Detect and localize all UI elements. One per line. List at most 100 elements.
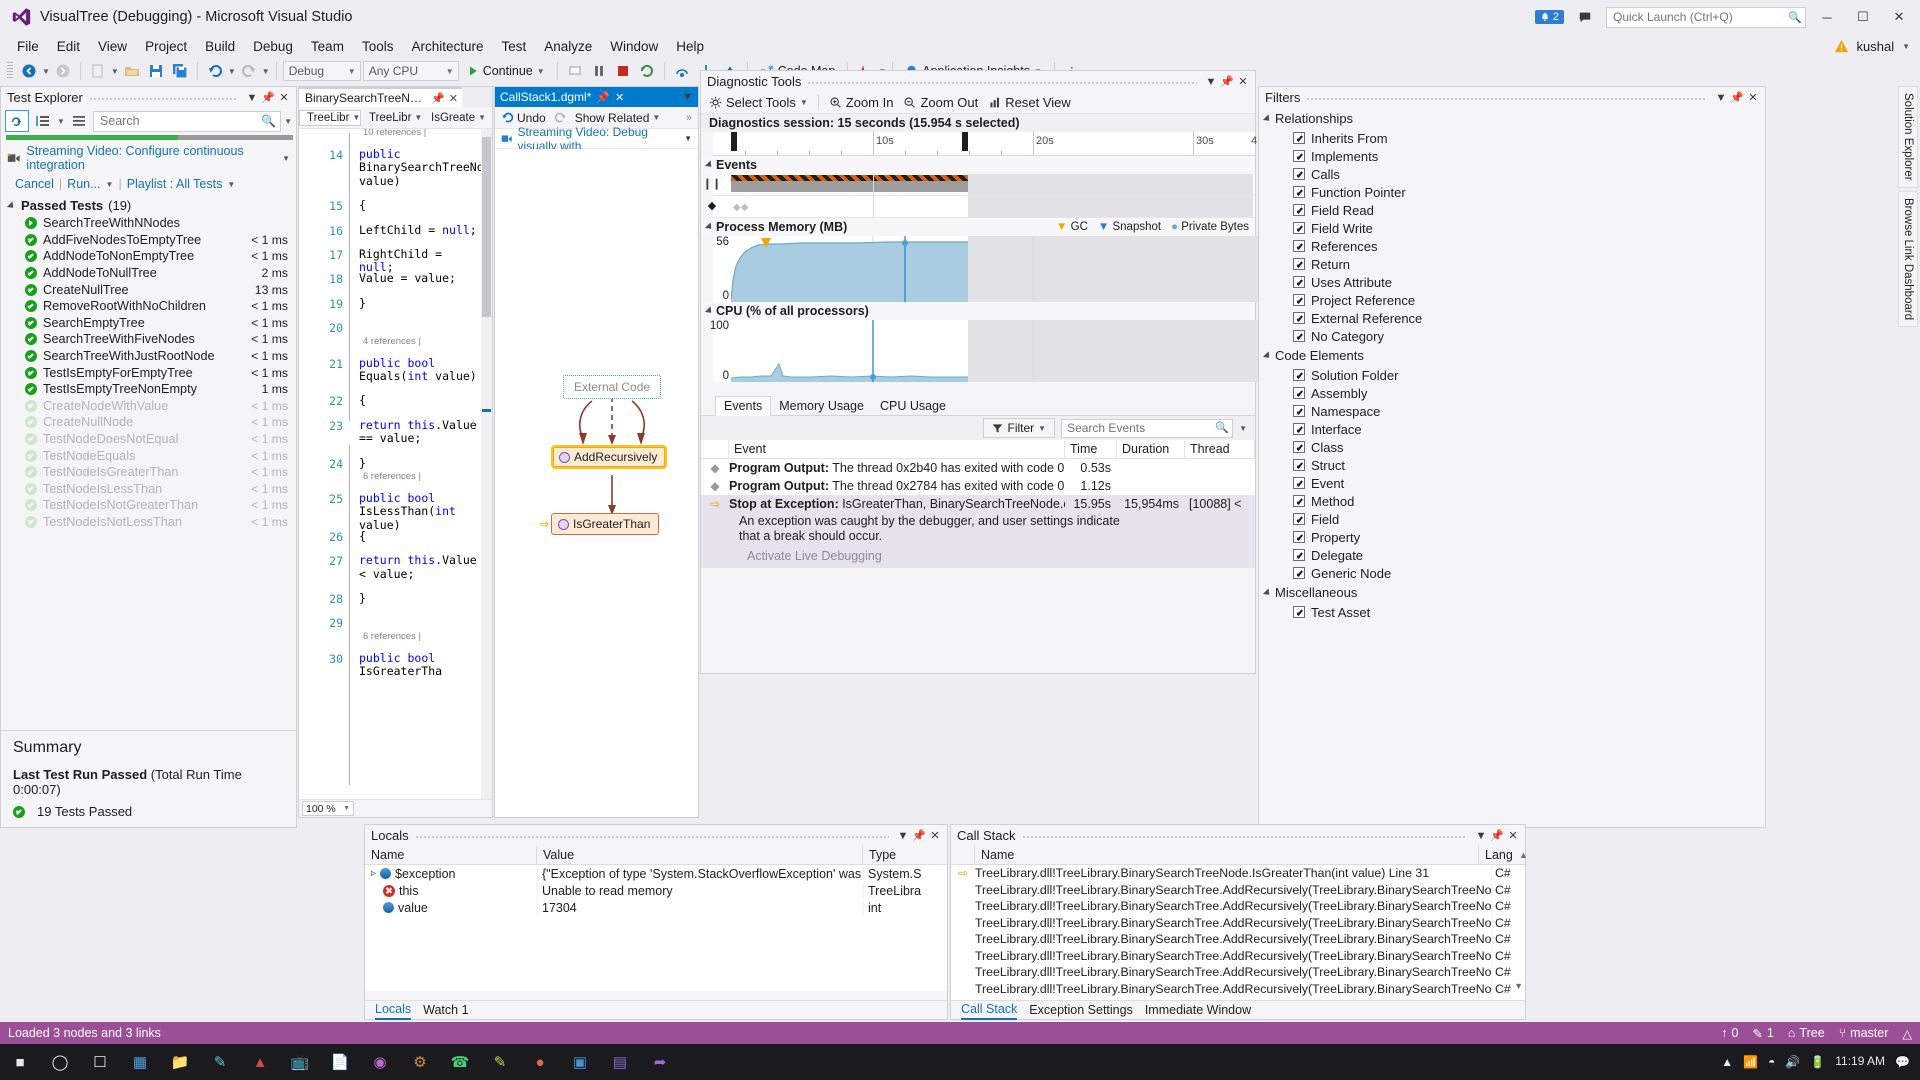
test-search-input[interactable]	[92, 110, 282, 132]
memory-section-header[interactable]: Process Memory (MB) ▼ GC ▼ Snapshot ● Pr…	[701, 218, 1255, 236]
checkbox-checked-icon[interactable]	[1293, 312, 1305, 324]
passed-tests-group[interactable]: Passed Tests (19)	[1, 196, 296, 215]
local-value[interactable]: Unable to read memory	[537, 883, 863, 898]
filter-item[interactable]: Property	[1259, 528, 1765, 546]
close-icon[interactable]: ✕	[615, 91, 624, 104]
zoom-in-button[interactable]: Zoom In	[829, 95, 893, 110]
taskbar-app-9-icon[interactable]: ☎	[440, 1044, 480, 1080]
test-list-item[interactable]: TestIsEmptyTreeNonEmpty 1 ms	[1, 381, 296, 398]
chevron-down-icon[interactable]: ▼	[895, 827, 911, 845]
run-link[interactable]: Run...	[67, 177, 100, 191]
search-dropdown-icon[interactable]: ▼	[284, 117, 292, 126]
rail-tab-solution-explorer[interactable]: Solution Explorer	[1898, 86, 1918, 188]
navigate-backward-icon[interactable]	[18, 61, 40, 82]
rail-tab-browse-link-dashboard[interactable]: Browse Link Dashboard	[1898, 190, 1918, 327]
taskbar-app-10-icon[interactable]: ✎	[480, 1044, 520, 1080]
checkbox-checked-icon[interactable]	[1293, 330, 1305, 342]
filter-item[interactable]: Namespace	[1259, 402, 1765, 420]
events-search-input[interactable]	[1061, 418, 1234, 438]
nav-type-select[interactable]: TreeLibr ▼	[361, 110, 423, 126]
run-all-tests-button[interactable]	[5, 110, 29, 132]
pin-icon[interactable]: 📌	[1219, 73, 1235, 91]
dgml-overflow-icon[interactable]: »	[686, 112, 692, 124]
dgml-node-isgreaterthan[interactable]: IsGreaterThan	[551, 513, 660, 535]
chevron-down-icon[interactable]: ▼	[682, 91, 693, 103]
code-lens-reference[interactable]: 10 references |	[363, 129, 426, 138]
menu-debug[interactable]: Debug	[244, 37, 302, 56]
search-icon[interactable]: 🔍	[1215, 421, 1229, 434]
code-line[interactable]: LeftChild = null;	[359, 223, 480, 237]
taskbar-app-3-icon[interactable]: ✎	[200, 1044, 240, 1080]
test-list-item[interactable]: TestNodeIsGreaterThan < 1 ms	[1, 464, 296, 481]
code-line[interactable]: public BinarySearchTreeNode(int value)	[359, 147, 492, 188]
event-row[interactable]: ⇨ Stop at Exception: IsGreaterThan, Binar…	[701, 495, 1255, 513]
code-line[interactable]: {	[359, 394, 480, 407]
streaming-video-banner[interactable]: Streaming Video: Configure continuous in…	[1, 140, 296, 174]
test-list-item[interactable]: SearchEmptyTree < 1 ms	[1, 315, 296, 332]
break-all-icon[interactable]	[588, 61, 610, 82]
code-lens-reference[interactable]: 6 references |	[363, 471, 421, 482]
taskbar-clock[interactable]: 11:19 AM	[1835, 1054, 1885, 1069]
taskbar-app-8-icon[interactable]: ⚙	[400, 1044, 440, 1080]
menu-view[interactable]: View	[89, 37, 136, 56]
taskbar-app-1-icon[interactable]: ▦	[120, 1044, 160, 1080]
code-line[interactable]: public bool Equals(int value)	[359, 356, 480, 384]
undo-icon[interactable]	[204, 61, 226, 82]
filter-item[interactable]: Implements	[1259, 147, 1765, 165]
code-line[interactable]: public bool IsLessThan(int value)	[359, 491, 480, 532]
filter-item[interactable]: Struct	[1259, 456, 1765, 474]
tray-battery-icon[interactable]: 🔋	[1810, 1055, 1825, 1069]
redo-icon[interactable]	[238, 61, 260, 82]
tray-network-icon[interactable]: 📶	[1743, 1055, 1758, 1069]
event-row[interactable]: ◆ Program Output: The thread 0x2784 has e…	[701, 477, 1255, 495]
zoom-out-button[interactable]: Zoom Out	[903, 95, 978, 110]
editor-tab-binarysearchtreenode[interactable]: BinarySearchTreeNode.cs 📌 ✕	[299, 87, 462, 107]
diagnostics-timeline-ruler[interactable]: 10s 20s 30s 4	[713, 131, 1257, 156]
menu-build[interactable]: Build	[196, 37, 244, 56]
filter-item[interactable]: No Category	[1259, 327, 1765, 345]
tab-watch-1[interactable]: Watch 1	[423, 1003, 468, 1017]
streaming-video-link[interactable]: Streaming Video: Configure continuous in…	[26, 144, 276, 172]
menu-edit[interactable]: Edit	[48, 37, 89, 56]
tab-immediate-window[interactable]: Immediate Window	[1145, 1003, 1251, 1017]
checkbox-checked-icon[interactable]	[1293, 549, 1305, 561]
status-errors[interactable]: ↑ 0	[1721, 1026, 1738, 1040]
checkbox-checked-icon[interactable]	[1293, 387, 1305, 399]
status-notifications-icon[interactable]: △	[1902, 1026, 1912, 1041]
task-view-icon[interactable]: ☐	[80, 1044, 120, 1080]
test-list-item[interactable]: SearchTreeWithFiveNodes < 1 ms	[1, 331, 296, 348]
checkbox-checked-icon[interactable]	[1293, 531, 1305, 543]
redo-dropdown-icon[interactable]: ▼	[262, 67, 270, 76]
tab-exception-settings[interactable]: Exception Settings	[1029, 1003, 1133, 1017]
taskbar-app-4-icon[interactable]: ▲	[240, 1044, 280, 1080]
search-icon[interactable]: 🔍	[261, 114, 276, 128]
close-icon[interactable]: ✕	[1745, 89, 1761, 107]
code-line[interactable]: {	[359, 529, 480, 543]
nav-member-select[interactable]: IsGreate ▼	[423, 110, 485, 126]
editor-zoom-select[interactable]: 100 % ▼	[302, 801, 354, 816]
filter-item[interactable]: Event	[1259, 474, 1765, 492]
taskbar-app-6-icon[interactable]: 📄	[320, 1044, 360, 1080]
test-list-item[interactable]: TestIsEmptyForEmptyTree < 1 ms	[1, 364, 296, 381]
chevron-down-icon[interactable]: ▼	[1713, 89, 1729, 107]
test-list-item[interactable]: TestNodeIsNotLessThan < 1 ms	[1, 514, 296, 531]
call-stack-row[interactable]: TreeLibrary.dll!TreeLibrary.BinarySearch…	[951, 881, 1525, 898]
group-by-icon[interactable]	[32, 111, 54, 132]
pin-icon[interactable]: 📌	[911, 827, 927, 845]
tab-call-stack[interactable]: Call Stack	[961, 1001, 1018, 1020]
close-icon[interactable]: ✕	[927, 827, 943, 845]
checkbox-checked-icon[interactable]	[1293, 186, 1305, 198]
event-row[interactable]: ◆ Program Output: The thread 0x2b40 has e…	[701, 459, 1255, 477]
code-line[interactable]: }	[359, 456, 480, 470]
tab-events[interactable]: Events	[715, 396, 772, 416]
scrollbar-thumb[interactable]	[482, 137, 491, 317]
tray-wifi-icon[interactable]: ◓	[1768, 1055, 1775, 1069]
cancel-link[interactable]: Cancel	[15, 177, 54, 191]
memory-graph[interactable]: 56 0 56 0	[713, 236, 1274, 302]
test-list-item[interactable]: RemoveRootWithNoChildren < 1 ms	[1, 298, 296, 315]
filter-item[interactable]: Interface	[1259, 420, 1765, 438]
chevron-down-icon[interactable]: ▼	[244, 89, 260, 107]
close-button[interactable]: ✕	[1884, 4, 1914, 30]
checkbox-checked-icon[interactable]	[1293, 495, 1305, 507]
filter-item[interactable]: Uses Attribute	[1259, 273, 1765, 291]
